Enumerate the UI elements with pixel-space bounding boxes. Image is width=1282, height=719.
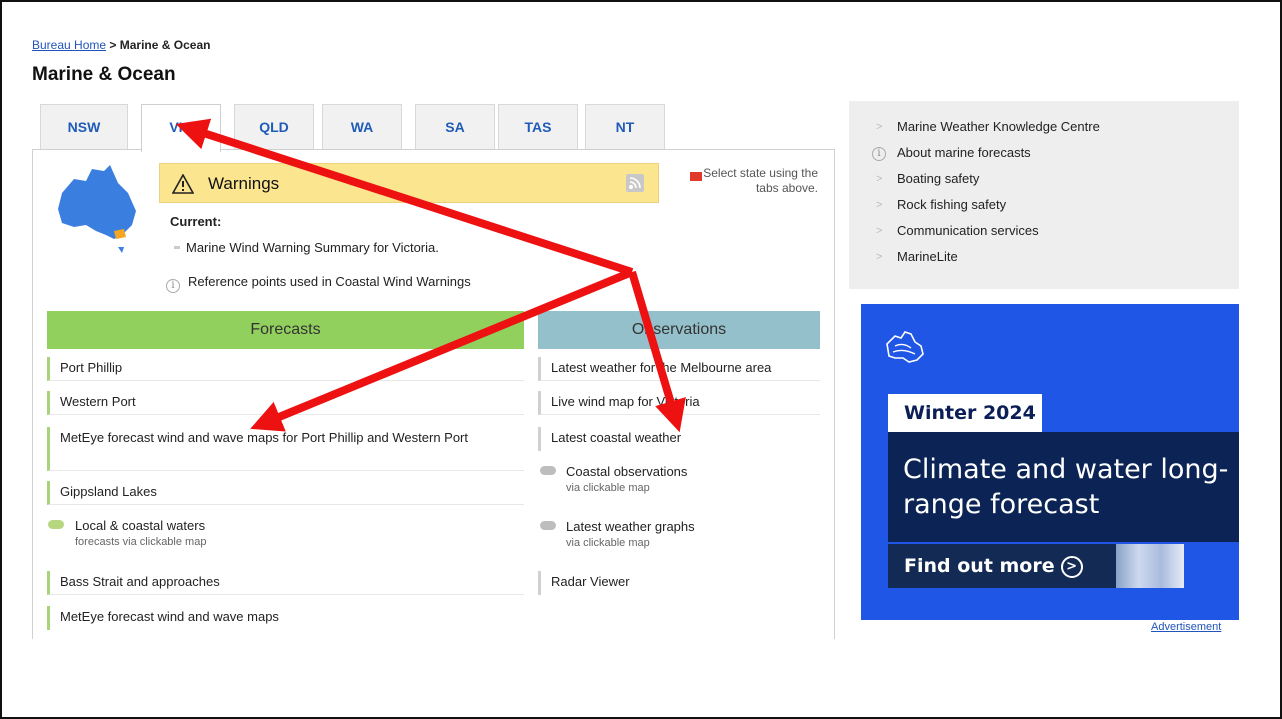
ad-label: Winter 2024 (888, 394, 1042, 432)
obs-coastal-observations[interactable]: Coastal observations via clickable map (566, 463, 687, 497)
cloud-icon (48, 520, 64, 529)
breadcrumb-home-link[interactable]: Bureau Home (32, 38, 106, 52)
tab-vic[interactable]: VIC (141, 104, 221, 152)
arrow-right-icon: > (1060, 556, 1083, 578)
coastal-observations-sub: via clickable map (566, 482, 650, 494)
bullet-icon: > (876, 173, 883, 185)
bullet-icon (174, 246, 180, 249)
sidebar-link-communication[interactable]: Communication services (897, 223, 1039, 238)
find-out-more-button[interactable]: Find out more > (888, 544, 1116, 588)
forecast-western-port[interactable]: Western Port (47, 391, 524, 415)
weather-graphs-title[interactable]: Latest weather graphs (566, 518, 695, 535)
forecast-gippsland-lakes[interactable]: Gippsland Lakes (47, 481, 524, 505)
tab-nt[interactable]: NT (585, 104, 665, 150)
warnings-banner: Warnings (159, 163, 659, 203)
local-waters-title[interactable]: Local & coastal waters (75, 517, 206, 534)
advertisement-link[interactable]: Advertisement (1151, 621, 1221, 633)
rss-icon[interactable] (626, 174, 644, 192)
sidebar-link-about-forecasts[interactable]: About marine forecasts (897, 145, 1031, 160)
forecast-meteye-maps[interactable]: MetEye forecast wind and wave maps (47, 606, 524, 630)
ad-cta-label[interactable]: Find out more (904, 555, 1055, 577)
ad-fade (1116, 544, 1184, 588)
sidebar-link-boating-safety[interactable]: Boating safety (897, 171, 979, 186)
forecast-meteye-port-phillip[interactable]: MetEye forecast wind and wave maps for P… (47, 427, 524, 471)
obs-live-wind-map[interactable]: Live wind map for Victoria (538, 391, 820, 415)
warning-triangle-icon (172, 174, 194, 194)
info-icon: i (872, 145, 886, 161)
local-waters-sub: forecasts via clickable map (75, 536, 207, 548)
current-warnings-label: Current: (170, 214, 222, 229)
tab-tas[interactable]: TAS (498, 104, 578, 150)
select-state-hint: Select state using the tabs above. (703, 166, 818, 195)
obs-weather-graphs[interactable]: Latest weather graphs via clickable map (566, 518, 695, 552)
coastal-observations-title[interactable]: Coastal observations (566, 463, 687, 480)
forecast-port-phillip[interactable]: Port Phillip (47, 357, 524, 381)
tab-sa[interactable]: SA (415, 104, 495, 150)
reference-points-link[interactable]: i Reference points used in Coastal Wind W… (166, 274, 471, 293)
current-warning-text[interactable]: Marine Wind Warning Summary for Victoria… (186, 240, 439, 255)
tab-wa[interactable]: WA (322, 104, 402, 150)
ad-headline: Climate and water long-range forecast (903, 454, 1229, 520)
observations-heading: Observations (538, 311, 820, 349)
breadcrumb: Bureau Home > Marine & Ocean (32, 38, 210, 52)
info-icon: i (166, 279, 180, 293)
forecast-bass-strait[interactable]: Bass Strait and approaches (47, 571, 524, 595)
bullet-icon: > (876, 251, 883, 263)
sidebar-link-knowledge-centre[interactable]: Marine Weather Knowledge Centre (897, 119, 1100, 134)
australia-outline-icon (886, 331, 924, 363)
weather-graphs-sub: via clickable map (566, 537, 650, 549)
breadcrumb-separator: > (109, 38, 117, 52)
warnings-title: Warnings (208, 174, 280, 193)
forecasts-heading: Forecasts (47, 311, 524, 349)
bullet-icon: > (876, 225, 883, 237)
cloud-icon (540, 466, 556, 475)
forecast-local-coastal-waters[interactable]: Local & coastal waters forecasts via cli… (75, 517, 206, 551)
page-title: Marine & Ocean (32, 64, 176, 85)
tab-nsw[interactable]: NSW (40, 104, 128, 150)
sidebar-link-marinelite[interactable]: MarineLite (897, 249, 958, 264)
sidebar-link-rock-fishing[interactable]: Rock fishing safety (897, 197, 1006, 212)
bullet-icon: > (876, 121, 883, 133)
reference-points-text[interactable]: Reference points used in Coastal Wind Wa… (188, 274, 471, 289)
obs-radar-viewer[interactable]: Radar Viewer (538, 571, 820, 595)
bullet-icon: > (876, 199, 883, 211)
cloud-icon (540, 521, 556, 530)
tab-qld[interactable]: QLD (234, 104, 314, 150)
current-warning-item[interactable]: Marine Wind Warning Summary for Victoria… (174, 240, 439, 255)
obs-coastal-weather[interactable]: Latest coastal weather (538, 427, 820, 451)
australia-map-icon (58, 165, 136, 253)
breadcrumb-current: Marine & Ocean (119, 38, 211, 52)
obs-melbourne-weather[interactable]: Latest weather for the Melbourne area (538, 357, 820, 381)
